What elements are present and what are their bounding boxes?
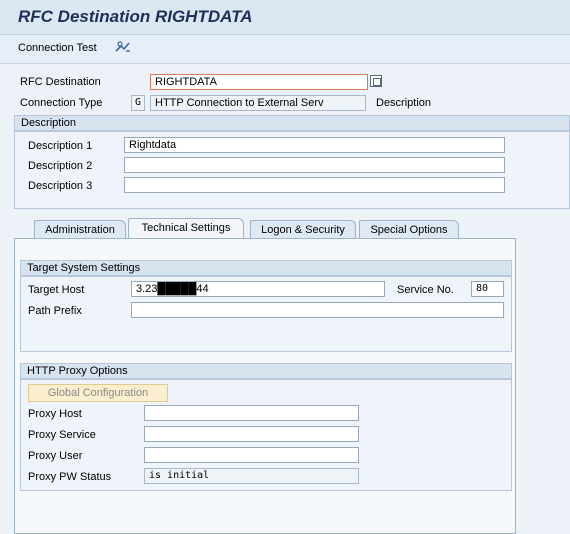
tab-technical-settings[interactable]: Technical Settings	[128, 218, 244, 240]
global-configuration-button[interactable]: Global Configuration	[28, 384, 168, 402]
service-no-field[interactable]: 80	[471, 281, 504, 297]
description-section-header: Description	[14, 115, 570, 131]
connection-test-icon[interactable]	[114, 39, 132, 55]
description-link[interactable]: Description	[376, 97, 431, 109]
connection-type-code: G	[131, 95, 145, 111]
rfc-destination-label: RFC Destination	[20, 76, 101, 88]
description-1-label: Description 1	[28, 140, 93, 152]
target-host-field[interactable]: 3.23█████44	[131, 281, 385, 297]
description-1-field[interactable]: Rightdata	[124, 137, 505, 153]
description-2-field[interactable]	[124, 157, 505, 173]
path-prefix-label: Path Prefix	[28, 305, 82, 317]
page-title: RFC Destination RIGHTDATA	[18, 7, 253, 26]
path-prefix-field[interactable]	[131, 302, 504, 318]
proxy-service-field[interactable]	[144, 426, 359, 442]
description-3-field[interactable]	[124, 177, 505, 193]
target-host-label: Target Host	[28, 284, 85, 296]
proxy-options-header: HTTP Proxy Options	[20, 363, 512, 379]
tab-administration[interactable]: Administration	[34, 220, 126, 240]
rfc-destination-field[interactable]: RIGHTDATA	[150, 74, 368, 90]
connection-type-label: Connection Type	[20, 97, 103, 109]
proxy-pw-status-label: Proxy PW Status	[28, 471, 112, 483]
proxy-pw-status-field: is initial	[144, 468, 359, 484]
tab-special-options[interactable]: Special Options	[359, 220, 459, 240]
proxy-host-field[interactable]	[144, 405, 359, 421]
proxy-service-label: Proxy Service	[28, 429, 96, 441]
description-2-label: Description 2	[28, 160, 93, 172]
proxy-user-field[interactable]	[144, 447, 359, 463]
proxy-user-label: Proxy User	[28, 450, 83, 462]
connection-test-button[interactable]: Connection Test	[18, 42, 97, 54]
description-3-label: Description 3	[28, 180, 93, 192]
window-copy-icon[interactable]	[370, 75, 382, 87]
proxy-host-label: Proxy Host	[28, 408, 82, 420]
connection-type-description: HTTP Connection to External Serv	[150, 95, 366, 111]
tab-logon-security[interactable]: Logon & Security	[250, 220, 356, 240]
target-system-header: Target System Settings	[20, 260, 512, 276]
service-no-label: Service No.	[397, 284, 454, 296]
